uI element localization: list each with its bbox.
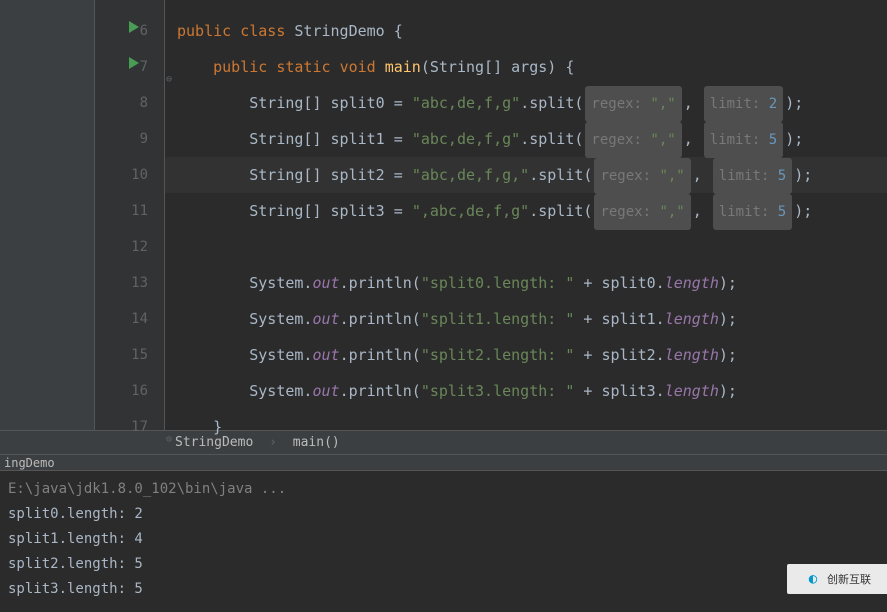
line-number[interactable]: 11 <box>95 193 164 229</box>
console-line: split0.length: 2 <box>8 502 879 527</box>
param-hint-regex: regex: "," <box>594 194 690 230</box>
editor-area: 6 7⊖ 8 9 10 11 12 13 14 15 16 17⊖ public… <box>0 0 887 430</box>
console-line: split1.length: 4 <box>8 527 879 552</box>
code-line-current[interactable]: String[] split2 = "abc,de,f,g,".split(re… <box>165 157 887 193</box>
code-line[interactable] <box>165 229 887 265</box>
code-line[interactable]: public class StringDemo { <box>165 13 887 49</box>
gutter[interactable]: 6 7⊖ 8 9 10 11 12 13 14 15 16 17⊖ <box>95 0 165 430</box>
line-number[interactable]: 13 <box>95 265 164 301</box>
code-line[interactable]: System.out.println("split0.length: " + s… <box>165 265 887 301</box>
line-number[interactable]: 10 <box>95 157 164 193</box>
line-number[interactable]: 17⊖ <box>95 409 164 445</box>
line-number[interactable]: 14 <box>95 301 164 337</box>
param-hint-limit: limit: 5 <box>713 194 792 230</box>
code-line[interactable]: String[] split0 = "abc,de,f,g".split(reg… <box>165 85 887 121</box>
code-line[interactable]: System.out.println("split2.length: " + s… <box>165 337 887 373</box>
code-line[interactable]: String[] split3 = ",abc,de,f,g".split(re… <box>165 193 887 229</box>
line-numbers: 6 7⊖ 8 9 10 11 12 13 14 15 16 17⊖ <box>95 0 164 445</box>
line-number[interactable]: 8 <box>95 85 164 121</box>
line-number[interactable]: 9 <box>95 121 164 157</box>
project-sidebar[interactable] <box>0 0 95 430</box>
line-number[interactable]: 12 <box>95 229 164 265</box>
code-line[interactable]: System.out.println("split1.length: " + s… <box>165 301 887 337</box>
param-hint-limit: limit: 5 <box>713 158 792 194</box>
watermark-text: 创新互联 <box>827 571 871 587</box>
run-panel: ingDemo E:\java\jdk1.8.0_102\bin\java ..… <box>0 454 887 608</box>
code-line[interactable]: public static void main(String[] args) { <box>165 49 887 85</box>
watermark: ◐ 创新互联 <box>787 564 887 594</box>
param-hint-regex: regex: "," <box>594 158 690 194</box>
run-tab[interactable]: ingDemo <box>0 455 887 471</box>
code-line[interactable]: } <box>165 409 887 445</box>
line-number[interactable]: 16 <box>95 373 164 409</box>
console-output[interactable]: E:\java\jdk1.8.0_102\bin\java ... split0… <box>0 471 887 608</box>
param-hint-limit: limit: 2 <box>704 86 783 122</box>
line-number[interactable]: 6 <box>95 13 164 49</box>
console-command: E:\java\jdk1.8.0_102\bin\java ... <box>8 477 879 502</box>
console-line: split2.length: 5 <box>8 552 879 577</box>
param-hint-limit: limit: 5 <box>704 122 783 158</box>
param-hint-regex: regex: "," <box>585 122 681 158</box>
code-area[interactable]: public class StringDemo { public static … <box>165 0 887 430</box>
watermark-icon: ◐ <box>803 569 823 589</box>
code-line[interactable]: System.out.println("split3.length: " + s… <box>165 373 887 409</box>
line-number[interactable]: 15 <box>95 337 164 373</box>
code-line[interactable]: String[] split1 = "abc,de,f,g".split(reg… <box>165 121 887 157</box>
param-hint-regex: regex: "," <box>585 86 681 122</box>
run-icon[interactable] <box>129 21 139 33</box>
line-number[interactable]: 7⊖ <box>95 49 164 85</box>
console-line: split3.length: 5 <box>8 577 879 602</box>
run-icon[interactable] <box>129 57 139 69</box>
